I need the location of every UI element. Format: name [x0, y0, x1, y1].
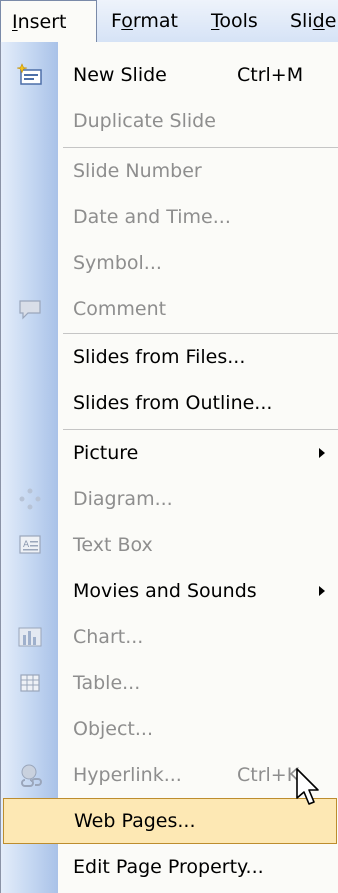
menu-item-symbol[interactable]: Symbol... — [1, 240, 338, 286]
menu-item-label: Web Pages... — [74, 810, 196, 832]
menu-item-web-pages[interactable]: Web Pages... — [3, 798, 337, 844]
menu-format-pre: F — [111, 10, 122, 32]
menu-item-label: Picture — [73, 442, 139, 464]
menu-item-label: Object... — [73, 718, 153, 740]
menu-item-hyperlink[interactable]: Hyperlink... Ctrl+K — [1, 752, 338, 798]
new-slide-icon — [17, 63, 42, 85]
menu-item-slides-from-outline[interactable]: Slides from Outline... — [1, 380, 338, 426]
menu-item-text-box[interactable]: A Text Box — [1, 522, 338, 568]
menu-item-chart[interactable]: Chart... — [1, 614, 338, 660]
menu-item-label: Symbol... — [73, 252, 162, 274]
menu-item-label: Text Box — [73, 534, 153, 556]
menu-item-slides-from-files[interactable]: Slides from Files... — [1, 334, 338, 380]
menu-item-label: Date and Time... — [73, 206, 231, 228]
menu-item-edit-page-property[interactable]: Edit Page Property... — [1, 844, 338, 890]
menu-slide-pre: Sli — [290, 10, 313, 32]
menu-item-label: Duplicate Slide — [73, 110, 216, 132]
insert-menu: New Slide Ctrl+M Duplicate Slide Slide N… — [0, 42, 338, 893]
menu-slide-mnemonic: d — [312, 10, 325, 32]
menu-item-label: Slides from Outline... — [73, 392, 273, 414]
table-icon — [20, 674, 40, 692]
menu-item-table[interactable]: Table... — [1, 660, 338, 706]
menu-item-picture[interactable]: Picture — [1, 430, 338, 476]
menu-insert-rest: nsert — [17, 11, 67, 33]
menu-item-object[interactable]: Object... — [1, 706, 338, 752]
menu-tools-rest: ools — [219, 10, 258, 32]
menu-item-label: Comment — [73, 298, 167, 320]
menu-item-date-and-time[interactable]: Date and Time... — [1, 194, 338, 240]
menu-format[interactable]: Format — [111, 0, 178, 42]
comment-icon — [19, 300, 41, 320]
menu-item-diagram[interactable]: Diagram... — [1, 476, 338, 522]
menu-item-label: Diagram... — [73, 488, 173, 510]
svg-text:A: A — [23, 540, 30, 550]
menu-item-shortcut: Ctrl+M — [237, 64, 304, 86]
hyperlink-icon — [21, 764, 42, 787]
menu-item-label: New Slide — [73, 64, 167, 86]
menu-item-duplicate-slide[interactable]: Duplicate Slide — [1, 98, 338, 144]
chart-icon — [18, 627, 42, 647]
menu-format-mnemonic: o — [121, 10, 133, 32]
menu-item-label: Slide Number — [73, 160, 202, 182]
submenu-arrow-icon — [319, 586, 325, 596]
menu-insert[interactable]: Insert — [0, 0, 97, 43]
menu-item-label: Table... — [73, 672, 141, 694]
menu-slide-rest: e — [324, 10, 337, 32]
menu-item-label: Chart... — [73, 626, 144, 648]
menu-item-label: Slides from Files... — [73, 346, 246, 368]
menu-slide[interactable]: Slide — [290, 0, 336, 42]
menu-item-label: Hyperlink... — [73, 764, 182, 786]
menu-item-comment[interactable]: Comment — [1, 286, 338, 332]
menu-format-rest: rmat — [132, 10, 178, 32]
text-box-icon: A — [19, 535, 41, 554]
mouse-cursor-icon — [296, 768, 319, 805]
submenu-arrow-icon — [319, 448, 325, 458]
menu-bar: Insert Format Tools Slide — [0, 0, 338, 43]
menu-item-shortcut: Ctrl+K — [237, 764, 300, 786]
menu-tools[interactable]: Tools — [211, 0, 258, 42]
menu-item-label: Movies and Sounds — [73, 580, 257, 602]
menu-item-movies-and-sounds[interactable]: Movies and Sounds — [1, 568, 338, 614]
menu-item-slide-number[interactable]: Slide Number — [1, 148, 338, 194]
menu-item-new-slide[interactable]: New Slide Ctrl+M — [1, 52, 338, 98]
menu-item-label: Edit Page Property... — [73, 856, 264, 878]
diagram-icon — [19, 488, 41, 510]
